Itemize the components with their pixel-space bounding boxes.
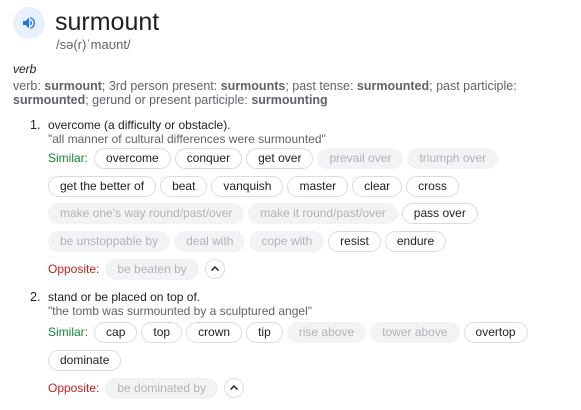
similar-row: be unstoppable by deal with cope with re… [48, 229, 450, 253]
synonym-chip: make one's way round/past/over [48, 202, 245, 224]
synonym-chip[interactable]: cap [94, 321, 138, 343]
forms-sep: ; gerund or present participle: [85, 93, 252, 107]
synonym-chip: tower above [370, 321, 460, 343]
chevron-up-icon [230, 384, 239, 391]
opposite-label: Opposite: [48, 262, 100, 276]
similar-row: Similar: cap top crown tip rise above to… [48, 320, 532, 344]
synonym-chip[interactable]: beat [160, 175, 208, 197]
similar-row: dominate [48, 348, 125, 372]
synonym-chip: cope with [249, 230, 325, 252]
speaker-icon [23, 17, 35, 29]
collapse-button[interactable] [204, 259, 225, 279]
synonym-chip[interactable]: conquer [174, 147, 243, 169]
synonym-chip[interactable]: pass over [401, 202, 478, 224]
similar-label: Similar: [48, 325, 89, 339]
opposite-row: Opposite: be dominated by [48, 376, 245, 400]
pronunciation-button[interactable] [13, 7, 45, 39]
headword: surmount [55, 8, 160, 36]
forms-prefix: verb: [13, 79, 45, 93]
antonym-chip: be dominated by [105, 377, 219, 399]
definition: stand or be placed on top of. [48, 290, 201, 304]
verb-forms: verb: surmount; 3rd person present: surm… [13, 79, 553, 107]
example-sentence: "the tomb was surmounted by a sculptured… [48, 304, 312, 318]
synonym-chip: deal with [174, 230, 246, 252]
form-gerund: surmounting [251, 93, 328, 107]
antonym-chip: be beaten by [105, 258, 199, 280]
forms-sep: ; 3rd person present: [101, 79, 221, 93]
similar-label: Similar: [48, 151, 89, 165]
synonym-chip[interactable]: endure [384, 230, 447, 252]
opposite-row: Opposite: be beaten by [48, 257, 225, 281]
synonym-chip[interactable]: resist [328, 230, 381, 252]
forms-sep: ; past tense: [285, 79, 357, 93]
sense-number: 1. [30, 118, 41, 132]
similar-row: get the better of beat vanquish master c… [48, 174, 463, 198]
synonym-chip: prevail over [317, 147, 404, 169]
synonym-chip[interactable]: overtop [463, 321, 528, 343]
synonym-chip[interactable]: get the better of [48, 175, 157, 197]
synonym-chip[interactable]: master [287, 175, 349, 197]
forms-sep: ; past participle: [429, 79, 517, 93]
synonym-chip[interactable]: clear [352, 175, 403, 197]
synonym-chip[interactable]: get over [246, 147, 314, 169]
example-sentence: "all manner of cultural differences were… [48, 132, 326, 146]
synonym-chip[interactable]: tip [246, 321, 283, 343]
synonym-chip[interactable]: cross [406, 175, 459, 197]
definition: overcome (a difficulty or obstacle). [48, 118, 231, 132]
synonym-chip: triumph over [407, 147, 499, 169]
opposite-label: Opposite: [48, 381, 100, 395]
form-third-person: surmounts [220, 79, 286, 93]
collapse-button[interactable] [224, 378, 245, 398]
synonym-chip[interactable]: top [141, 321, 183, 343]
synonym-chip[interactable]: vanquish [211, 175, 284, 197]
synonym-chip: be unstoppable by [48, 230, 171, 252]
phonetic-spelling: /sə(r)ˈmaʊnt/ [56, 37, 131, 52]
synonym-chip: rise above [286, 321, 367, 343]
chevron-up-icon [210, 265, 219, 272]
form-past: surmounted [356, 79, 430, 93]
synonym-chip[interactable]: dominate [48, 349, 122, 371]
synonym-chip[interactable]: overcome [94, 147, 171, 169]
form-past-participle: surmounted [13, 93, 86, 107]
sense-number: 2. [30, 290, 41, 304]
part-of-speech: verb [13, 62, 37, 76]
similar-row: make one's way round/past/over make it r… [48, 201, 482, 225]
synonym-chip[interactable]: crown [186, 321, 243, 343]
similar-row: Similar: overcome conquer get over preva… [48, 146, 502, 170]
synonym-chip: make it round/past/over [248, 202, 398, 224]
form-base: surmount [44, 79, 102, 93]
